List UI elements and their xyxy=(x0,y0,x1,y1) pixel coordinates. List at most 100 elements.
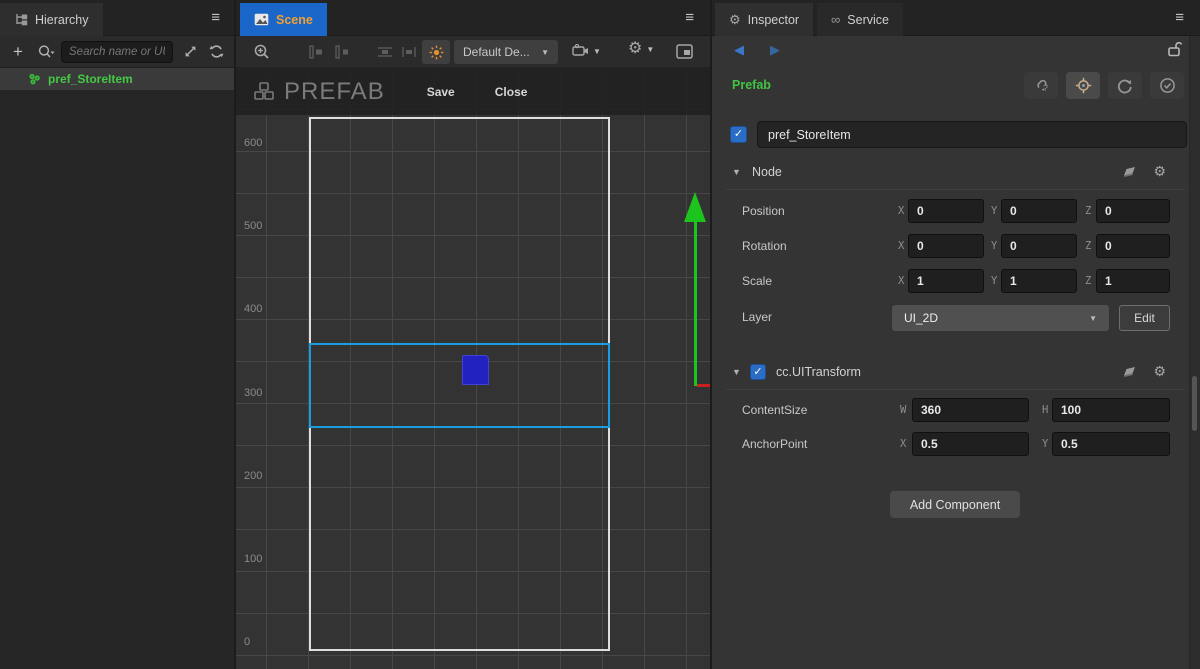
collapse-triangle-icon[interactable]: ▼ xyxy=(732,167,741,177)
chevron-down-icon: ▼ xyxy=(1089,314,1097,323)
tab-inspector[interactable]: ⚙ Inspector xyxy=(715,3,813,36)
hierarchy-tabbar: Hierarchy ≡ xyxy=(0,0,234,36)
hierarchy-toolbar: + xyxy=(0,36,234,68)
uitransform-section-header[interactable]: ▼ ✓ cc.UITransform ⚙ xyxy=(712,360,1186,386)
align-left-icon[interactable] xyxy=(308,45,324,59)
anchorpoint-row: AnchorPoint X Y xyxy=(712,431,1200,458)
apply-prefab-button[interactable] xyxy=(1150,72,1184,99)
rotation-y-input[interactable] xyxy=(1001,234,1077,258)
position-row: Position X Y Z xyxy=(712,198,1200,225)
prefab-header-row: Prefab ? xyxy=(712,72,1200,100)
collapse-triangle-icon[interactable]: ▼ xyxy=(732,367,741,377)
chevron-down-icon: ▼ xyxy=(541,48,549,57)
ruler-label: 200 xyxy=(244,470,262,482)
gizmo-anchor-handle[interactable] xyxy=(462,355,489,385)
tab-inspector-label: Inspector xyxy=(748,13,799,27)
camera-gizmo-dropdown[interactable]: ▼ xyxy=(572,44,601,58)
ruler-label: 500 xyxy=(244,220,262,232)
hierarchy-item-pref-storeitem[interactable]: pref_StoreItem xyxy=(0,68,234,90)
unlock-icon[interactable] xyxy=(1167,41,1182,57)
scale-y-input[interactable] xyxy=(1001,269,1077,293)
prefab-cubes-icon xyxy=(252,81,276,103)
gizmo-y-axis-arrowhead[interactable] xyxy=(684,192,706,222)
tab-scene-label: Scene xyxy=(276,13,313,27)
position-x-input[interactable] xyxy=(908,199,984,223)
scale-row: Scale X Y Z xyxy=(712,268,1200,295)
uitransform-enabled-checkbox[interactable]: ✓ xyxy=(750,364,766,380)
position-y-input[interactable] xyxy=(1001,199,1077,223)
create-node-button[interactable]: + xyxy=(9,42,27,62)
axis-label-y: Y xyxy=(1042,438,1048,450)
inspector-scrollbar-track[interactable] xyxy=(1189,36,1200,669)
axis-label-z: Z xyxy=(1085,205,1091,217)
distribute-vertical-icon[interactable] xyxy=(400,45,418,59)
scene-toolbar: Default De... ▼ ▼ ⚙ ▼ xyxy=(236,36,710,68)
editor-window: Hierarchy ≡ + pref_StoreItem xyxy=(0,0,1200,669)
node-active-checkbox[interactable]: ✓ xyxy=(730,126,747,143)
position-z-input[interactable] xyxy=(1096,199,1170,223)
gizmo-y-axis[interactable] xyxy=(694,221,697,386)
tab-scene[interactable]: Scene xyxy=(240,3,327,36)
search-input[interactable] xyxy=(62,42,172,62)
rotation-x-input[interactable] xyxy=(908,234,984,258)
ruler-label: 600 xyxy=(244,137,262,149)
unlink-prefab-button[interactable]: ? xyxy=(1024,72,1058,99)
expand-all-icon[interactable] xyxy=(183,44,198,59)
scene-settings-dropdown[interactable]: ⚙ ▼ xyxy=(628,42,654,56)
inspector-scrollbar-thumb[interactable] xyxy=(1192,376,1197,431)
ruler-label: 100 xyxy=(244,553,262,565)
preview-window-icon[interactable] xyxy=(676,44,693,59)
node-name-input[interactable] xyxy=(757,121,1187,148)
node-section-header[interactable]: ▼ Node ⚙ xyxy=(712,160,1186,186)
zoom-in-icon[interactable] xyxy=(253,43,271,61)
axis-label-y: Y xyxy=(991,205,997,217)
save-button[interactable]: Save xyxy=(427,85,455,99)
scale-z-input[interactable] xyxy=(1096,269,1170,293)
axis-label-y: Y xyxy=(991,240,997,252)
anchorpoint-x-input[interactable] xyxy=(912,432,1029,456)
history-forward-button[interactable]: ▶ xyxy=(770,42,780,58)
refresh-icon[interactable] xyxy=(209,44,224,59)
contentsize-w-input[interactable] xyxy=(912,398,1029,422)
hierarchy-menu-icon[interactable]: ≡ xyxy=(211,9,220,27)
docs-book-icon[interactable] xyxy=(1122,164,1137,178)
layer-edit-button[interactable]: Edit xyxy=(1119,305,1170,331)
align-right-icon[interactable] xyxy=(334,45,350,59)
lighting-toggle-button[interactable] xyxy=(422,40,450,64)
node-settings-gear-icon[interactable]: ⚙ xyxy=(1153,164,1166,178)
search-filter-icon[interactable] xyxy=(37,44,55,60)
position-label: Position xyxy=(742,204,785,218)
contentsize-h-input[interactable] xyxy=(1052,398,1170,422)
uitransform-bounds-rect xyxy=(309,343,610,428)
ruler-label: 0 xyxy=(244,636,250,648)
tab-service[interactable]: ∞ Service xyxy=(817,3,903,36)
locate-prefab-asset-button[interactable] xyxy=(1066,72,1100,99)
close-button[interactable]: Close xyxy=(495,85,528,99)
anchorpoint-y-input[interactable] xyxy=(1052,432,1170,456)
rotation-z-input[interactable] xyxy=(1096,234,1170,258)
history-back-button[interactable]: ◀ xyxy=(734,42,744,58)
tab-hierarchy[interactable]: Hierarchy xyxy=(0,3,103,36)
scene-tabbar: Scene ≡ xyxy=(236,0,710,36)
axis-label-z: Z xyxy=(1085,275,1091,287)
anchorpoint-label: AnchorPoint xyxy=(742,437,807,451)
component-settings-gear-icon[interactable]: ⚙ xyxy=(1153,364,1166,378)
prefab-mode-bar: PREFAB Save Close xyxy=(236,68,710,115)
prefab-state-label: Prefab xyxy=(732,78,771,92)
scale-x-input[interactable] xyxy=(908,269,984,293)
axis-label-z: Z xyxy=(1085,240,1091,252)
rotation-row: Rotation X Y Z xyxy=(712,233,1200,260)
add-component-button[interactable]: Add Component xyxy=(890,491,1020,518)
layer-value: UI_2D xyxy=(904,311,938,325)
view-mode-dropdown[interactable]: Default De... ▼ xyxy=(454,40,558,64)
scene-image-icon xyxy=(254,13,269,26)
revert-prefab-button[interactable] xyxy=(1108,72,1142,99)
layer-dropdown[interactable]: UI_2D ▼ xyxy=(892,305,1109,331)
scene-menu-icon[interactable]: ≡ xyxy=(685,9,694,27)
rotation-label: Rotation xyxy=(742,239,787,253)
distribute-horizontal-icon[interactable] xyxy=(376,45,394,59)
layer-row: Layer UI_2D ▼ Edit xyxy=(712,304,1200,331)
inspector-menu-icon[interactable]: ≡ xyxy=(1175,9,1184,27)
layer-label: Layer xyxy=(742,310,772,324)
docs-book-icon[interactable] xyxy=(1122,364,1137,378)
